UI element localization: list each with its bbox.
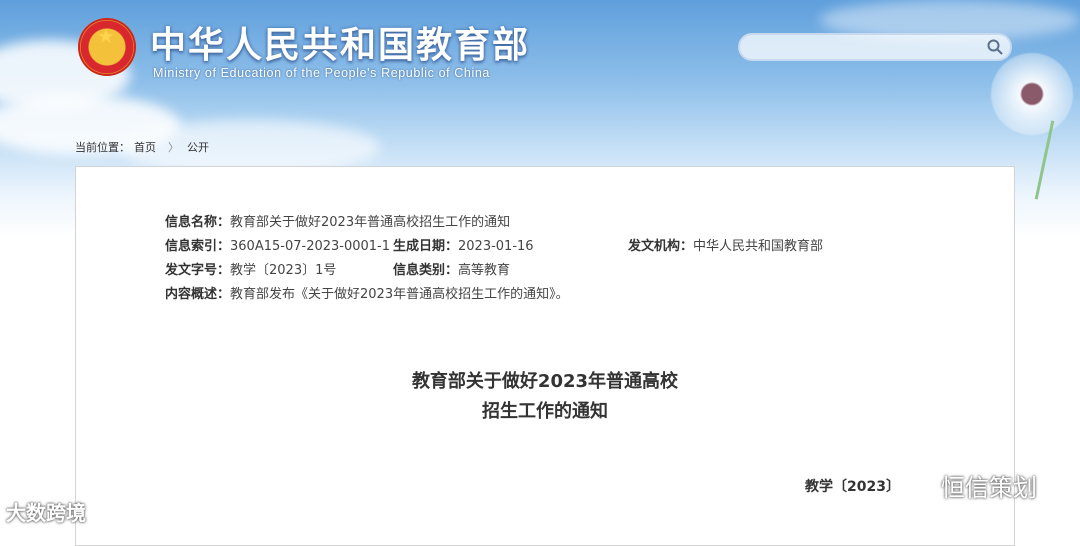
content-panel: 信息名称：教育部关于做好2023年普通高校招生工作的通知 信息索引：360A15… xyxy=(75,166,1015,546)
watermark-left: 大数跨境 xyxy=(6,497,86,526)
info-summary-value: 教育部发布《关于做好2023年普通高校招生工作的通知》。 xyxy=(230,287,569,302)
info-name-label: 信息名称： xyxy=(165,215,231,230)
breadcrumb-item-public[interactable]: 公开 xyxy=(187,141,209,154)
watermark-left-text: 大数跨境 xyxy=(6,501,86,525)
document-number: 教学〔2023〕 xyxy=(805,479,900,495)
info-org-label: 发文机构： xyxy=(628,239,694,254)
search-box[interactable] xyxy=(738,33,1012,61)
info-index-value: 360A15-07-2023-0001-1 xyxy=(230,239,391,254)
info-date-label: 生成日期： xyxy=(393,239,459,254)
info-date-value: 2023-01-16 xyxy=(458,239,534,254)
site-subtitle: Ministry of Education of the People's Re… xyxy=(153,66,490,80)
watermark-right: 恒信策划 xyxy=(903,468,1037,503)
national-emblem-logo[interactable]: ★ xyxy=(78,18,136,76)
info-category-label: 信息类别： xyxy=(393,263,459,278)
search-icon[interactable] xyxy=(986,38,1004,56)
info-docno-value: 教学〔2023〕1号 xyxy=(230,263,337,278)
info-summary-label: 内容概述： xyxy=(165,287,231,302)
search-input[interactable] xyxy=(750,38,974,58)
info-name-value: 教育部关于做好2023年普通高校招生工作的通知 xyxy=(230,215,511,230)
info-org-value: 中华人民共和国教育部 xyxy=(693,239,824,254)
star-icon: ★ xyxy=(97,24,115,48)
breadcrumb-prefix: 当前位置： xyxy=(75,141,130,154)
document-title: 教育部关于做好2023年普通高校 招生工作的通知 xyxy=(76,367,1014,427)
info-index-label: 信息索引： xyxy=(165,239,231,254)
document-title-line2: 招生工作的通知 xyxy=(482,401,608,422)
breadcrumb-item-home[interactable]: 首页 xyxy=(134,141,156,154)
site-title[interactable]: 中华人民共和国教育部 xyxy=(150,16,530,68)
watermark-right-text: 恒信策划 xyxy=(941,474,1037,502)
chevron-right-icon: 〉 xyxy=(168,141,179,154)
info-category-value: 高等教育 xyxy=(458,263,511,278)
breadcrumb: 当前位置： 首页〉公开 xyxy=(75,139,213,155)
document-title-line1: 教育部关于做好2023年普通高校 xyxy=(411,371,679,392)
dandelion-decoration xyxy=(990,52,1074,136)
info-docno-label: 发文字号： xyxy=(165,263,231,278)
chat-bubble-icon xyxy=(904,477,934,500)
